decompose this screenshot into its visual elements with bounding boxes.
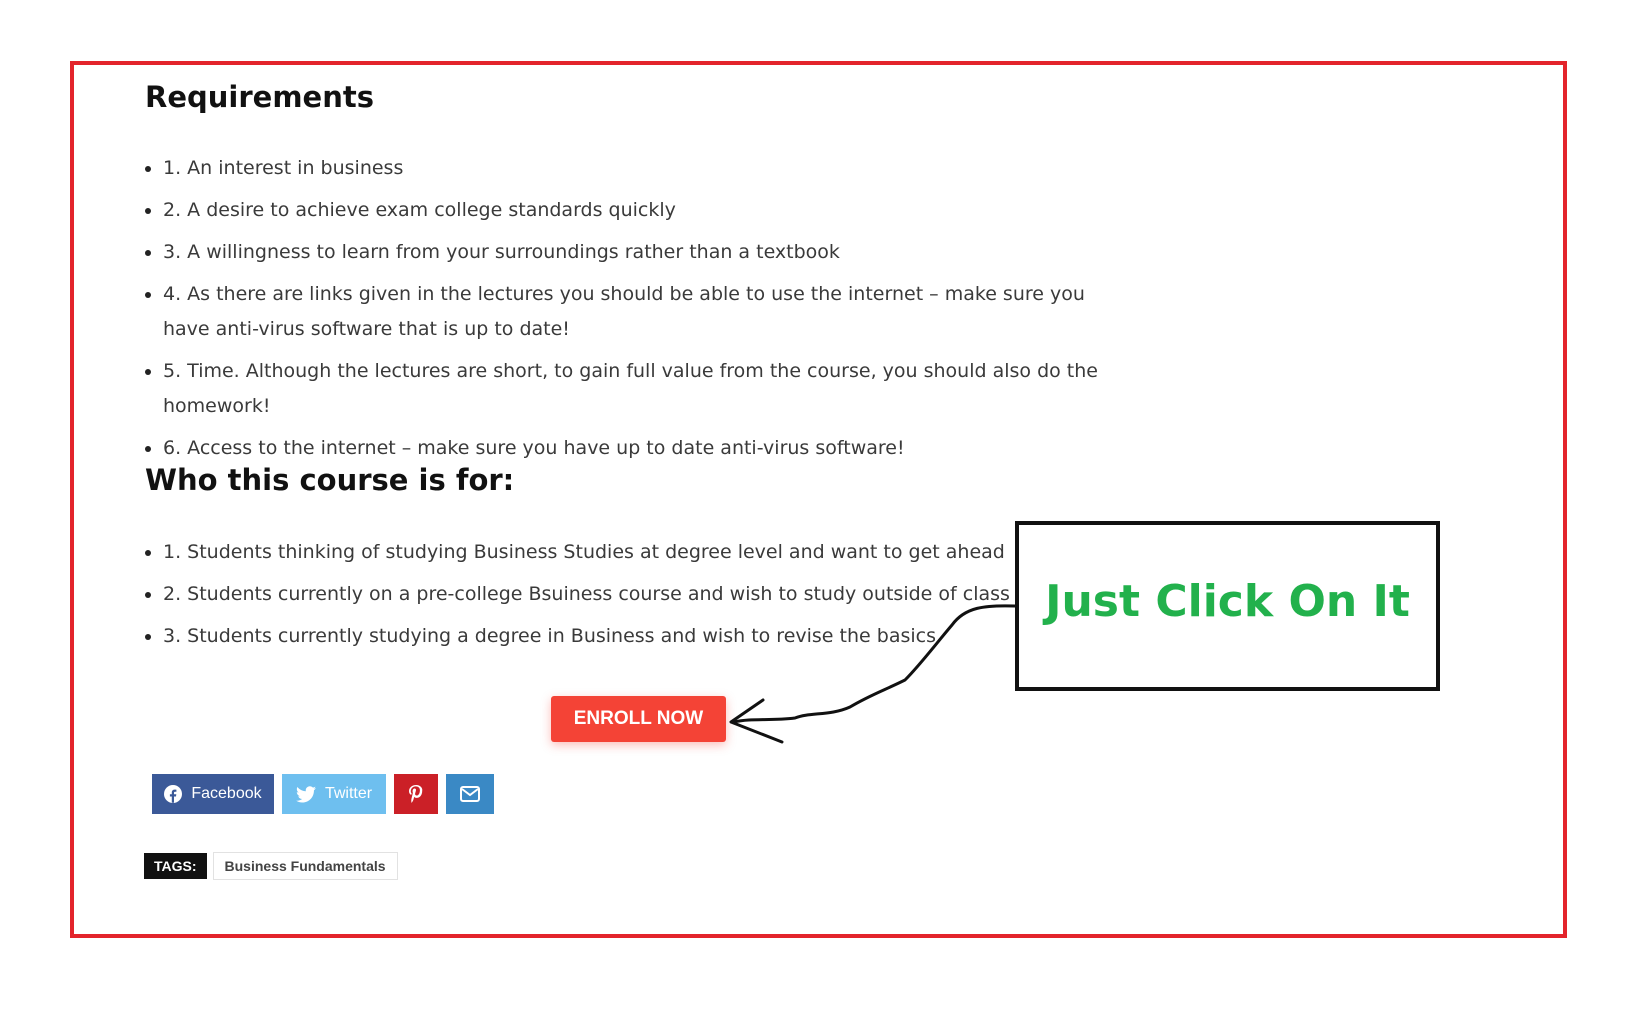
twitter-share-button[interactable]: Twitter <box>282 774 386 814</box>
envelope-icon <box>460 786 480 802</box>
tag-link[interactable]: Business Fundamentals <box>212 852 398 880</box>
tags-row: TAGS: Business Fundamentals <box>144 852 398 880</box>
enroll-now-button[interactable]: ENROLL NOW <box>551 696 726 742</box>
twitter-icon <box>295 785 316 803</box>
callout-box: Just Click On It <box>1015 521 1440 691</box>
list-item: 1. Students thinking of studying Busines… <box>145 535 1145 570</box>
facebook-icon <box>164 785 183 803</box>
email-share-button[interactable] <box>446 774 494 814</box>
list-item: 2. A desire to achieve exam college stan… <box>145 193 1125 228</box>
list-item: 3. A willingness to learn from your surr… <box>145 235 1125 270</box>
twitter-label: Twitter <box>324 785 373 802</box>
audience-heading: Who this course is for: <box>145 463 515 497</box>
tags-label: TAGS: <box>144 853 207 879</box>
requirements-heading: Requirements <box>145 80 374 114</box>
list-item: 1. An interest in business <box>145 151 1125 186</box>
audience-list: 1. Students thinking of studying Busines… <box>145 535 1145 661</box>
callout-text: Just Click On It <box>1045 575 1410 627</box>
list-item: 3. Students currently studying a degree … <box>145 619 1145 654</box>
list-item: 5. Time. Although the lectures are short… <box>145 354 1125 424</box>
list-item: 4. As there are links given in the lectu… <box>145 277 1125 347</box>
facebook-share-button[interactable]: Facebook <box>152 774 274 814</box>
share-buttons: Facebook Twitter <box>152 774 494 814</box>
requirements-list: 1. An interest in business 2. A desire t… <box>145 151 1125 473</box>
pinterest-share-button[interactable] <box>394 774 438 814</box>
list-item: 6. Access to the internet – make sure yo… <box>145 431 1125 466</box>
pinterest-icon <box>409 785 423 803</box>
list-item: 2. Students currently on a pre-college B… <box>145 577 1145 612</box>
facebook-label: Facebook <box>191 785 262 802</box>
